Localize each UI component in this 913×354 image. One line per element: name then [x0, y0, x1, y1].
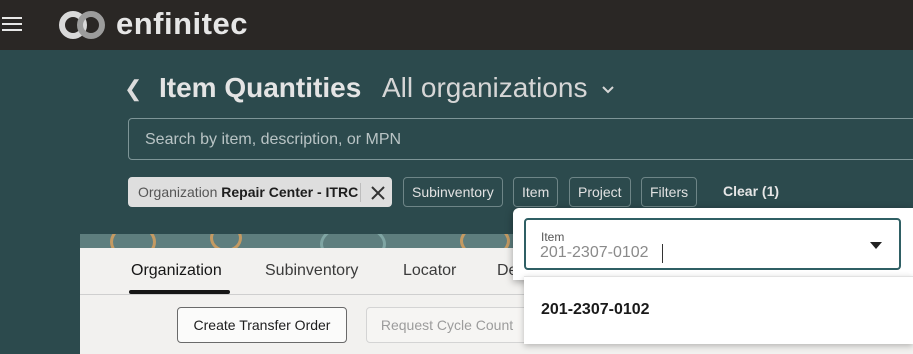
search-placeholder: Search by item, description, or MPN [145, 131, 402, 148]
organization-chip-label: Organization [138, 184, 218, 200]
chevron-down-icon [602, 85, 614, 94]
clear-filters-link[interactable]: Clear (1) [723, 183, 779, 199]
top-bar: enfinitec [0, 0, 913, 50]
organization-filter-chip[interactable]: Organization Repair Center - ITRC [128, 177, 392, 207]
filters-button[interactable]: Filters [641, 177, 698, 207]
organization-selector-label: All organizations [382, 72, 588, 103]
organization-selector[interactable]: All organizations [382, 72, 615, 104]
tab-locator[interactable]: Locator [403, 262, 456, 280]
item-filter-chip[interactable]: Item [513, 177, 559, 207]
hamburger-menu-icon[interactable] [2, 14, 24, 34]
search-input[interactable]: Search by item, description, or MPN [128, 118, 913, 160]
item-field[interactable]: Item [524, 218, 901, 270]
tab-organization[interactable]: Organization [131, 262, 222, 280]
organization-chip-value: Repair Center - ITRC [221, 184, 359, 200]
create-transfer-order-button[interactable]: Create Transfer Order [177, 307, 347, 343]
item-field-label: Item [541, 230, 565, 244]
item-suggestion[interactable]: 201-2307-0102 [541, 301, 650, 319]
close-icon[interactable] [367, 182, 389, 204]
item-suggestions-list: 201-2307-0102 [524, 276, 913, 344]
chip-divider [360, 183, 361, 202]
request-cycle-count-button: Request Cycle Count [366, 307, 528, 343]
subinventory-filter-chip[interactable]: Subinventory [403, 177, 503, 207]
logo-icon [59, 11, 105, 39]
back-chevron-icon[interactable]: ❮ [124, 76, 142, 102]
tab-subinventory[interactable]: Subinventory [265, 262, 358, 280]
text-cursor [662, 244, 663, 263]
item-input[interactable] [540, 244, 860, 262]
project-filter-chip[interactable]: Project [569, 177, 631, 207]
dropdown-caret-icon[interactable] [870, 242, 882, 250]
page-title: Item Quantities [159, 72, 362, 103]
brand-name: enfinitec [116, 6, 248, 41]
